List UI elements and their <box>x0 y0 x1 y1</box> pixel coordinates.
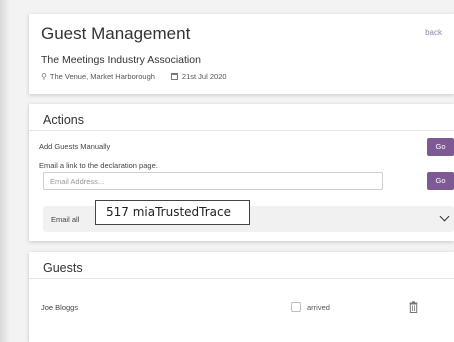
calendar-icon <box>170 73 178 80</box>
event-date: 21st Jul 2020 <box>181 72 227 81</box>
location-pin-icon: ⚲ <box>41 72 47 81</box>
arrived-label: arrived <box>307 303 330 312</box>
add-guests-go-button[interactable]: Go <box>427 138 454 156</box>
event-header-card: Guest Management back The Meetings Indus… <box>29 14 454 94</box>
chevron-down-icon <box>439 211 450 222</box>
event-meta: ⚲ The Venue, Market Harborough 21st Jul … <box>41 72 227 81</box>
table-row: Joe Bloggs arrived <box>29 292 454 324</box>
email-link-label: Email a link to the declaration page. <box>39 161 158 170</box>
left-panel-edge <box>0 0 10 342</box>
tooltip: 517 miaTrustedTrace <box>95 200 250 225</box>
guest-name: Joe Bloggs <box>41 303 79 312</box>
add-guests-label: Add Guests Manually <box>39 142 111 151</box>
back-link[interactable]: back <box>425 28 442 37</box>
divider <box>29 130 454 131</box>
arrived-checkbox[interactable] <box>291 302 301 312</box>
actions-title: Actions <box>43 113 84 127</box>
email-link-go-button[interactable]: Go <box>427 172 454 190</box>
organisation-name: The Meetings Industry Association <box>41 54 201 66</box>
guests-card: Guests Joe Bloggs arrived <box>29 252 454 342</box>
page-title: Guest Management <box>41 24 191 43</box>
email-address-input[interactable] <box>43 172 383 190</box>
trash-icon[interactable] <box>409 301 418 313</box>
email-all-label: Email all <box>51 215 80 224</box>
guests-title: Guests <box>43 261 83 275</box>
venue-text: The Venue, Market Harborough <box>49 72 155 81</box>
divider <box>29 278 454 279</box>
